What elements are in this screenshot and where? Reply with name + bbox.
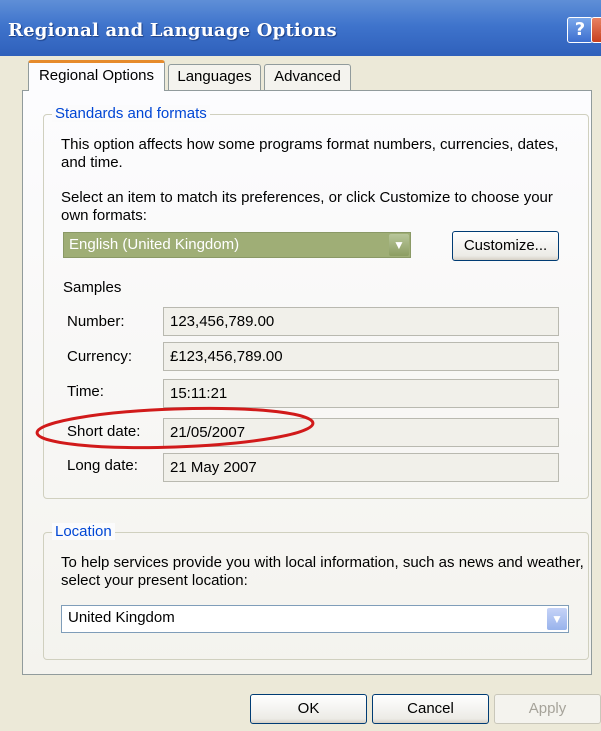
ok-button[interactable]: OK (250, 694, 367, 724)
highlight-ellipse (35, 406, 315, 450)
apply-button[interactable]: Apply (494, 694, 601, 724)
cancel-button[interactable]: Cancel (372, 694, 489, 724)
tab-regional-options[interactable]: Regional Options (28, 60, 165, 91)
